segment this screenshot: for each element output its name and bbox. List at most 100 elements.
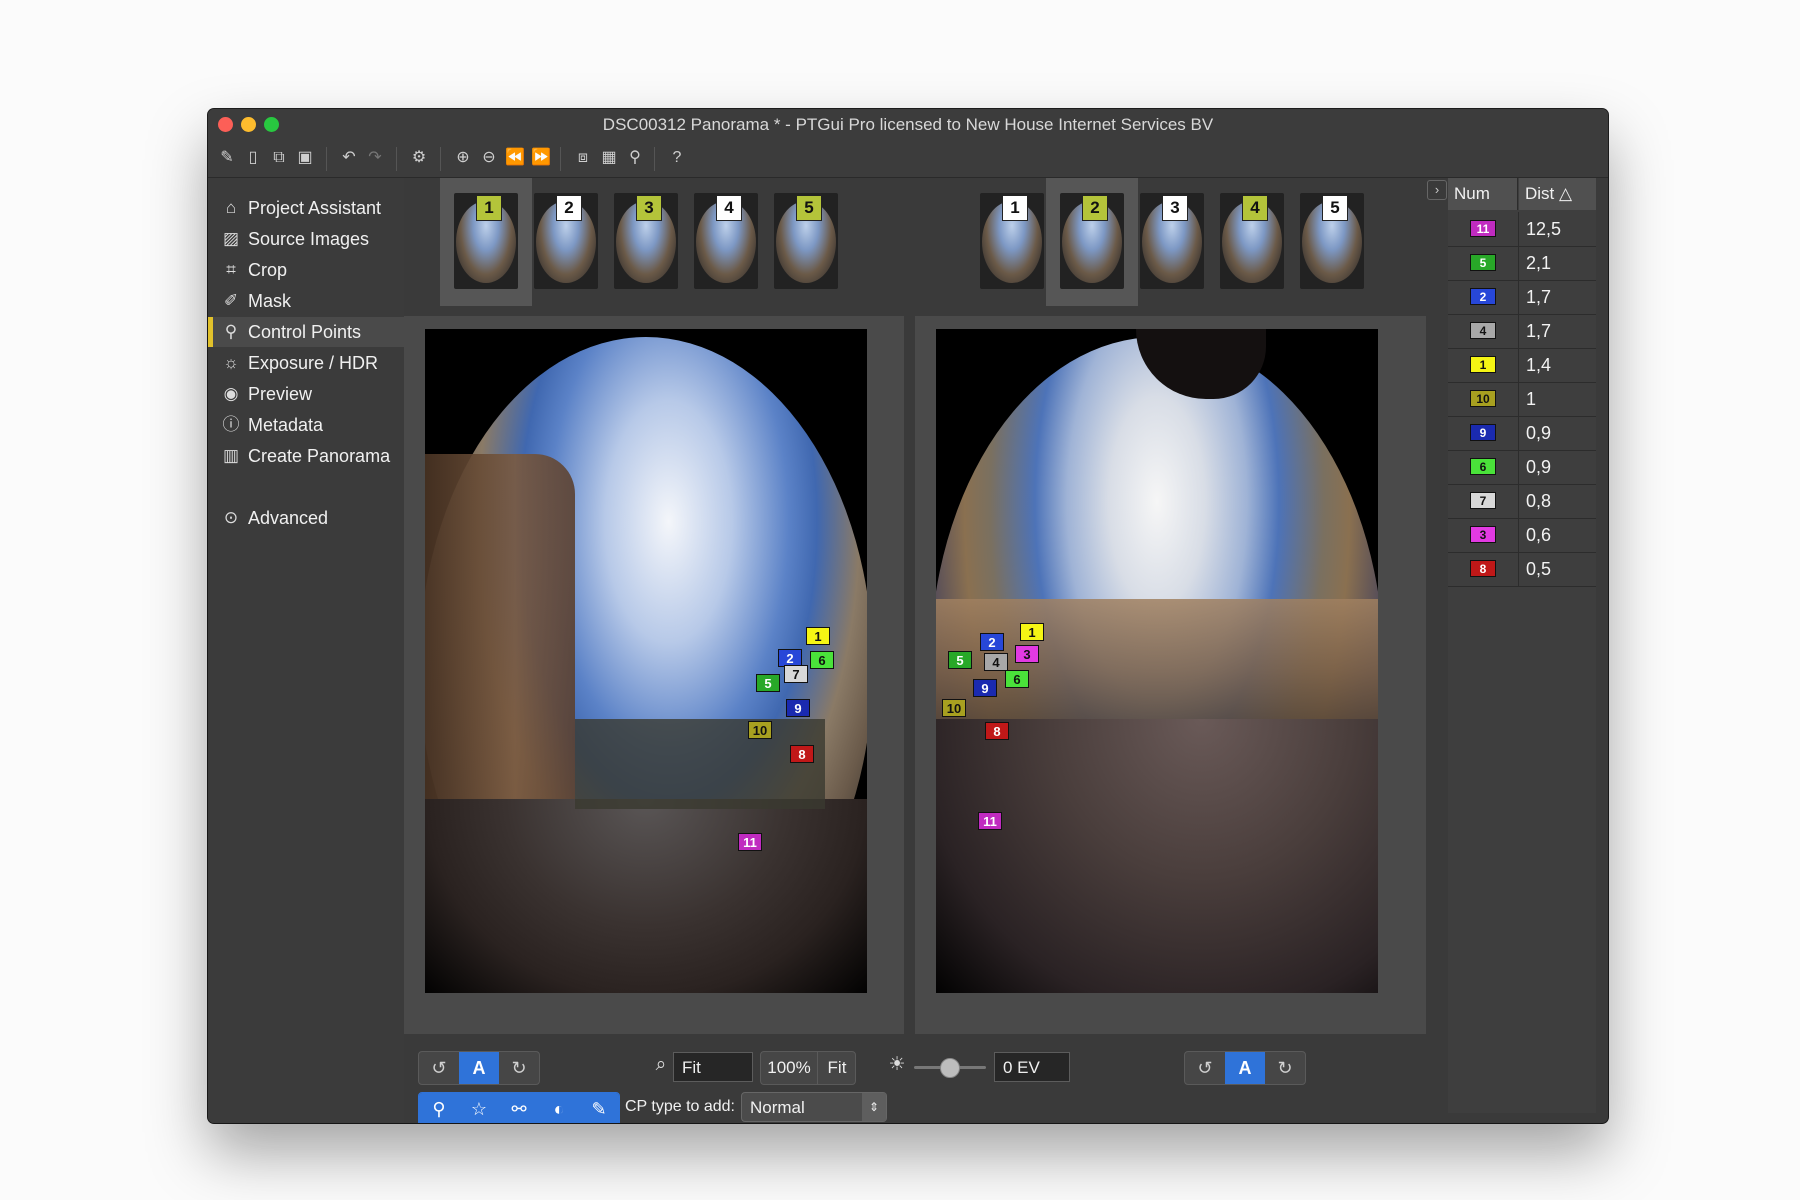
open-project-icon[interactable]: ▯	[242, 147, 264, 169]
control-point-marker[interactable]: 8	[985, 722, 1009, 740]
info-icon: ⓘ	[222, 415, 240, 434]
table-row[interactable]: 8 0,5	[1448, 552, 1596, 587]
auto-orient-button[interactable]: A	[1225, 1052, 1265, 1084]
sidebar-item-crop[interactable]: ⌗ Crop	[208, 255, 404, 285]
right-image-panel[interactable]: 1 2 3 5 4 6 9 10 8 11	[915, 316, 1426, 1034]
expand-right-pane-button[interactable]: ›	[1427, 180, 1447, 200]
contrast-icon[interactable]: ◐	[539, 1093, 579, 1123]
sidebar-item-control-points[interactable]: ⚲ Control Points	[208, 317, 404, 347]
star-icon[interactable]: ☆	[459, 1093, 499, 1123]
control-point-marker[interactable]: 5	[756, 674, 780, 692]
table-row[interactable]: 6 0,9	[1448, 450, 1596, 485]
sidebar-item-project-assistant[interactable]: ⌂ Project Assistant	[208, 193, 404, 223]
control-point-marker[interactable]: 7	[784, 665, 808, 683]
control-point-swatch: 11	[1470, 220, 1496, 237]
table-row[interactable]: 4 1,7	[1448, 314, 1596, 349]
table-row[interactable]: 11 12,5	[1448, 212, 1596, 247]
zoom-in-icon[interactable]: ⊕	[452, 147, 474, 169]
sun-icon: ☼	[223, 353, 239, 372]
column-header-num[interactable]: Num	[1448, 178, 1518, 210]
control-point-marker[interactable]: 11	[738, 833, 762, 851]
cp-type-label: CP type to add:	[625, 1098, 735, 1115]
next-icon[interactable]: ⏩	[530, 147, 552, 169]
eyedropper-icon[interactable]: ✎	[579, 1093, 619, 1123]
control-point-marker[interactable]: 1	[806, 627, 830, 645]
zoom-out-icon[interactable]: ⊖	[478, 147, 500, 169]
sidebar-item-create-panorama[interactable]: ▥ Create Panorama	[208, 441, 404, 471]
control-point-marker[interactable]: 2	[980, 633, 1004, 651]
rotate-right-icon[interactable]: ↻	[1265, 1052, 1305, 1084]
sidebar-item-metadata[interactable]: ⓘ Metadata	[208, 410, 404, 440]
sidebar-item-source-images[interactable]: ▨ Source Images	[208, 224, 404, 254]
rotate-right-icon[interactable]: ↻	[499, 1052, 539, 1084]
control-point-marker[interactable]: 5	[948, 651, 972, 669]
sidebar-item-exposure-hdr[interactable]: ☼ Exposure / HDR	[208, 348, 404, 378]
control-point-marker[interactable]: 9	[973, 679, 997, 697]
control-point-marker[interactable]: 6	[810, 651, 834, 669]
thumbnail-5[interactable]: 5	[774, 193, 838, 289]
table-row[interactable]: 3 0,6	[1448, 518, 1596, 553]
help-icon[interactable]: ?	[666, 147, 688, 169]
thumbnail-1[interactable]: 1	[980, 193, 1044, 289]
control-point-marker[interactable]: 3	[1015, 645, 1039, 663]
left-image-panel[interactable]: 1 2 6 7 5 9 10 8 11	[404, 316, 904, 1034]
auto-orient-button[interactable]: A	[459, 1052, 499, 1084]
title-bar: DSC00312 Panorama * - PTGui Pro licensed…	[208, 109, 1608, 139]
control-point-marker[interactable]: 6	[1005, 670, 1029, 688]
zoom-fit-button[interactable]: Fit	[817, 1052, 855, 1084]
num-cell: 8	[1448, 552, 1519, 586]
thumbnail-2[interactable]: 2	[534, 193, 598, 289]
thumbnail-3[interactable]: 3	[1140, 193, 1204, 289]
control-point-marker[interactable]: 4	[984, 653, 1008, 671]
column-header-dist[interactable]: Dist △	[1519, 178, 1596, 210]
redo-icon[interactable]: ↷	[364, 147, 386, 169]
thumbnail-4[interactable]: 4	[694, 193, 758, 289]
rotate-left-icon[interactable]: ↺	[419, 1052, 459, 1084]
table-row[interactable]: 7 0,8	[1448, 484, 1596, 519]
thumbnail-1[interactable]: 1	[454, 193, 518, 289]
save-icon[interactable]: ▣	[294, 147, 316, 169]
previous-icon[interactable]: ⏪	[504, 147, 526, 169]
cp-type-select[interactable]: Normal ⇕	[741, 1092, 887, 1122]
rotate-left-icon[interactable]: ↺	[1185, 1052, 1225, 1084]
sidebar-item-advanced[interactable]: ⊙ Advanced	[208, 503, 404, 533]
table-row[interactable]: 2 1,7	[1448, 280, 1596, 315]
new-project-icon[interactable]: ✎	[216, 147, 238, 169]
sidebar-item-mask[interactable]: ✐ Mask	[208, 286, 404, 316]
zoom-100-button[interactable]: 100%	[761, 1052, 817, 1084]
chevron-updown-icon: ⇕	[862, 1093, 886, 1121]
sidebar-item-label: Preview	[248, 384, 313, 404]
thumbnail-5[interactable]: 5	[1300, 193, 1364, 289]
zoom-field[interactable]: Fit	[673, 1052, 753, 1082]
table-row[interactable]: 5 2,1	[1448, 246, 1596, 281]
thumbnail-2[interactable]: 2	[1060, 193, 1124, 289]
thumbnail-3[interactable]: 3	[614, 193, 678, 289]
table-icon[interactable]: ▦	[598, 147, 620, 169]
building	[425, 454, 575, 824]
table-row[interactable]: 10 1	[1448, 382, 1596, 417]
exposure-slider-thumb[interactable]	[940, 1058, 960, 1078]
control-point-marker[interactable]: 10	[942, 699, 966, 717]
panorama-icon: ▥	[222, 446, 240, 465]
link-icon[interactable]: ⚯	[499, 1093, 539, 1123]
add-control-point-icon[interactable]: ⚲	[419, 1093, 459, 1123]
num-cell: 3	[1448, 518, 1519, 552]
control-point-marker[interactable]: 8	[790, 745, 814, 763]
control-point-marker[interactable]: 1	[1020, 623, 1044, 641]
num-cell: 9	[1448, 416, 1519, 450]
settings-icon[interactable]: ⚙	[408, 147, 430, 169]
control-point-marker[interactable]: 10	[748, 721, 772, 739]
table-row[interactable]: 1 1,4	[1448, 348, 1596, 383]
control-point-marker[interactable]: 11	[978, 812, 1002, 830]
location-icon[interactable]: ⚲	[624, 147, 646, 169]
exposure-field[interactable]: 0 EV	[994, 1052, 1070, 1082]
zoom-icon: ⌕	[655, 1054, 667, 1075]
table-row[interactable]: 9 0,9	[1448, 416, 1596, 451]
panorama-editor-icon[interactable]: ⧈	[572, 147, 594, 169]
sidebar-item-preview[interactable]: ◉ Preview	[208, 379, 404, 409]
undo-icon[interactable]: ↶	[338, 147, 360, 169]
duplicate-icon[interactable]: ⧉	[268, 147, 290, 169]
thumbnail-4[interactable]: 4	[1220, 193, 1284, 289]
control-point-marker[interactable]: 9	[786, 699, 810, 717]
crop-icon: ⌗	[226, 260, 236, 279]
